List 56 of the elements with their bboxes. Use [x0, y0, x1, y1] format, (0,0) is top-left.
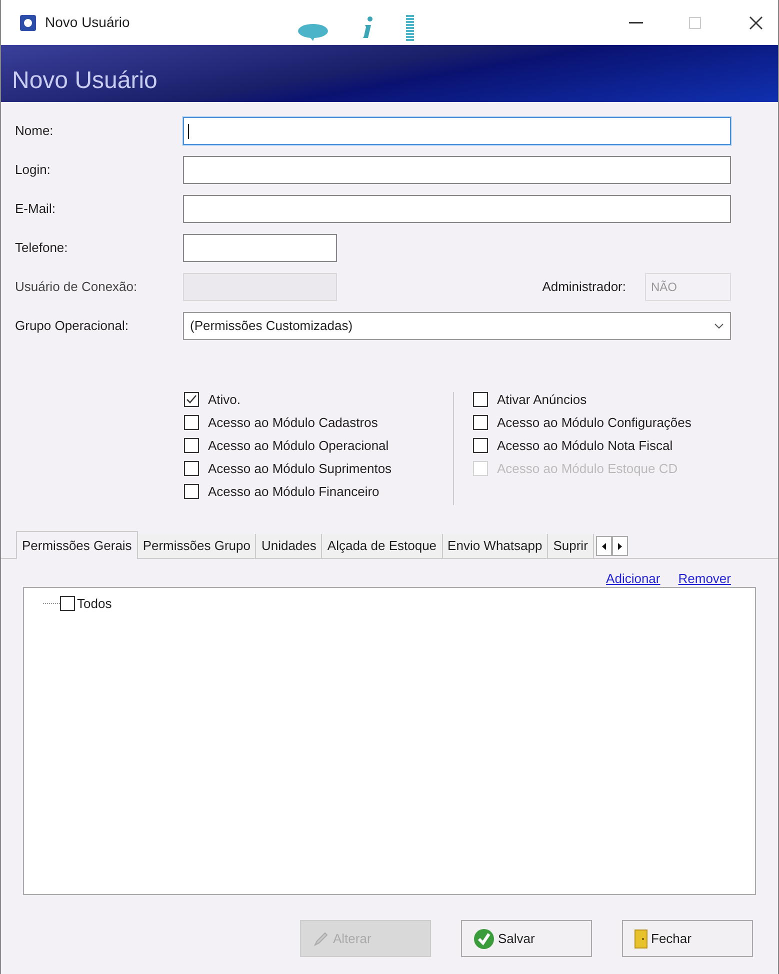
- door-icon: [634, 928, 648, 948]
- checkbox[interactable]: [473, 438, 488, 453]
- checkbox-label: Ativar Anúncios: [497, 390, 587, 409]
- checkbox-label: Acesso ao Módulo Financeiro: [208, 482, 380, 501]
- field-label: Login:: [15, 161, 52, 180]
- tab[interactable]: Permissões Grupo: [138, 534, 256, 558]
- action-button[interactable]: Fechar: [622, 920, 753, 957]
- chevron-down-icon: [714, 323, 724, 329]
- field-label: Usuário de Conexão:: [15, 278, 138, 296]
- action-link[interactable]: Remover: [678, 569, 731, 585]
- minimize-icon[interactable]: [629, 22, 643, 24]
- info-icon[interactable]: [361, 16, 375, 40]
- pencil-icon: [312, 930, 330, 948]
- field-label: E-Mail:: [15, 200, 56, 218]
- header-title: Novo Usuário: [12, 66, 158, 96]
- checkbox[interactable]: [184, 461, 199, 476]
- input-field[interactable]: [183, 195, 731, 223]
- tab[interactable]: Suprir: [548, 534, 594, 558]
- close-icon[interactable]: [749, 16, 763, 30]
- checkbox[interactable]: [473, 392, 488, 407]
- checkbox-label: Acesso ao Módulo Estoque CD: [497, 460, 678, 478]
- group-dropdown[interactable]: (Permissões Customizadas): [183, 312, 731, 340]
- admin-field: NÃO: [645, 273, 731, 301]
- field-label: Administrador:: [542, 278, 626, 296]
- action-button[interactable]: Salvar: [461, 920, 592, 957]
- checkbox[interactable]: [60, 596, 75, 612]
- checkbox-label: Acesso ao Módulo Cadastros: [208, 414, 378, 432]
- checkbox-label: Acesso ao Módulo Nota Fiscal: [497, 436, 673, 455]
- checkbox-label: Acesso ao Módulo Operacional: [208, 436, 389, 455]
- tab[interactable]: Envio Whatsapp: [442, 534, 548, 558]
- check-icon: [473, 928, 495, 950]
- checkbox[interactable]: [184, 484, 199, 499]
- scroll-left-button[interactable]: [596, 536, 612, 556]
- checkbox-label: Ativo.: [208, 390, 241, 409]
- app-icon: [20, 14, 36, 30]
- field-label: Nome:: [15, 122, 54, 140]
- caret-right-icon: [618, 542, 622, 550]
- input-field[interactable]: [183, 156, 731, 184]
- checkbox-label: Acesso ao Módulo Configurações: [497, 414, 692, 432]
- scroll-right-button[interactable]: [612, 536, 628, 556]
- checkbox[interactable]: [473, 415, 488, 430]
- checkbox-label: Acesso ao Módulo Suprimentos: [208, 460, 392, 478]
- checkbox[interactable]: [184, 392, 199, 407]
- checkbox[interactable]: [184, 438, 199, 453]
- tab[interactable]: Unidades: [256, 534, 322, 558]
- checkbox[interactable]: [184, 415, 199, 430]
- action-link[interactable]: Adicionar: [606, 569, 660, 585]
- tab[interactable]: Alçada de Estoque: [322, 534, 443, 558]
- field-label: Grupo Operacional:: [15, 317, 130, 336]
- caret-left-icon: [602, 542, 606, 550]
- field-label: Telefone:: [15, 239, 69, 258]
- window-title: Novo Usuário: [45, 13, 130, 32]
- tree-item[interactable]: Todos: [77, 594, 112, 614]
- tab[interactable]: Permissões Gerais: [16, 531, 138, 559]
- input-field[interactable]: [183, 234, 337, 262]
- input-field[interactable]: [183, 117, 731, 145]
